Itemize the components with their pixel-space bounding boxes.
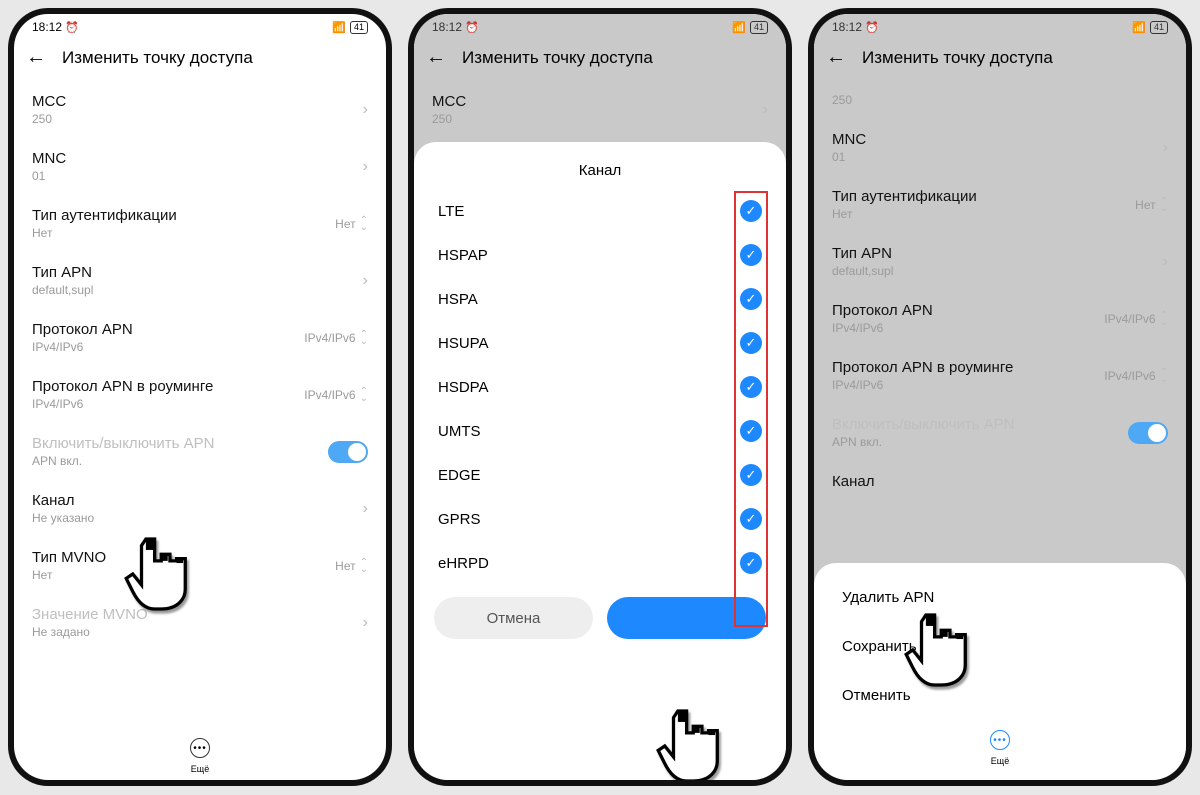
battery-icon: 41 — [350, 21, 368, 34]
row-mnc[interactable]: MNC01› — [32, 138, 368, 195]
row-auth[interactable]: Тип аутентификацииНетНет⌃⌄ — [832, 176, 1168, 233]
row-enable[interactable]: Включить/выключить APNAPN вкл. — [32, 423, 368, 480]
channel-sheet: Канал LTE✓ HSPAP✓ HSPA✓ HSUPA✓ HSDPA✓ UM… — [414, 142, 786, 780]
option-lte[interactable]: LTE✓ — [414, 189, 786, 233]
option-edge[interactable]: EDGE✓ — [414, 453, 786, 497]
back-icon[interactable]: ← — [826, 46, 846, 69]
menu-save[interactable]: Сохранить — [814, 622, 1186, 671]
updown-icon: ⌃⌄ — [360, 217, 368, 231]
row-proto[interactable]: Протокол APNIPv4/IPv6IPv4/IPv6⌃⌄ — [32, 309, 368, 366]
row-apntype[interactable]: Тип APNdefault,supl› — [32, 252, 368, 309]
row-mcc[interactable]: MCC250› — [32, 81, 368, 138]
row-auth[interactable]: Тип аутентификацииНетНет⌃⌄ — [32, 195, 368, 252]
option-gprs[interactable]: GPRS✓ — [414, 497, 786, 541]
toggle-apn[interactable] — [328, 441, 368, 463]
option-umts[interactable]: UMTS✓ — [414, 409, 786, 453]
option-ehrpd[interactable]: eHRPD✓ — [414, 541, 786, 585]
option-hsupa[interactable]: HSUPA✓ — [414, 321, 786, 365]
option-hspa[interactable]: HSPA✓ — [414, 277, 786, 321]
back-icon[interactable]: ← — [26, 46, 46, 69]
row-enable[interactable]: Включить/выключить APNAPN вкл. — [832, 404, 1168, 461]
row-mvno[interactable]: Тип MVNOНетНет⌃⌄ — [32, 537, 368, 594]
more-menu-sheet: Удалить APN Сохранить Отменить •••Ещё — [814, 563, 1186, 780]
sheet-title: Канал — [414, 156, 786, 189]
highlight-box — [734, 191, 768, 627]
phone-1: 18:12 ⏰ 📶41 ← Изменить точку доступа MCC… — [8, 8, 392, 786]
option-hsdpa[interactable]: HSDPA✓ — [414, 365, 786, 409]
page-title: Изменить точку доступа — [62, 48, 253, 68]
more-button[interactable]: •••Ещё — [814, 724, 1186, 772]
row-apntype[interactable]: Тип APNdefault,supl› — [832, 233, 1168, 290]
more-icon: ••• — [190, 738, 210, 758]
toggle-apn[interactable] — [1128, 422, 1168, 444]
more-button[interactable]: •••Ещё — [14, 732, 386, 780]
row-mvnoval[interactable]: Значение MVNOНе задано› — [32, 594, 368, 651]
cancel-button[interactable]: Отмена — [434, 597, 593, 639]
row-channel[interactable]: КаналНе указано› — [32, 480, 368, 537]
chevron-right-icon: › — [363, 101, 368, 119]
row-roam[interactable]: Протокол APN в роумингеIPv4/IPv6IPv4/IPv… — [32, 366, 368, 423]
menu-delete[interactable]: Удалить APN — [814, 573, 1186, 622]
phone-3: 18:12 ⏰📶41 ←Изменить точку доступа 250 M… — [808, 8, 1192, 786]
back-icon[interactable]: ← — [426, 46, 446, 69]
status-bar: 18:12 ⏰ 📶41 — [14, 14, 386, 40]
phone-2: 18:12 ⏰📶41 ←Изменить точку доступа MCC25… — [408, 8, 792, 786]
signal-icon: 📶 — [332, 21, 346, 34]
row-channel[interactable]: Канал — [832, 461, 1168, 502]
row-roam[interactable]: Протокол APN в роумингеIPv4/IPv6IPv4/IPv… — [832, 347, 1168, 404]
row-mnc[interactable]: MNC01› — [832, 119, 1168, 176]
option-hspap[interactable]: HSPAP✓ — [414, 233, 786, 277]
row-proto[interactable]: Протокол APNIPv4/IPv6IPv4/IPv6⌃⌄ — [832, 290, 1168, 347]
menu-cancel[interactable]: Отменить — [814, 671, 1186, 720]
alarm-icon: ⏰ — [65, 22, 79, 34]
header: ← Изменить точку доступа — [14, 40, 386, 81]
more-icon: ••• — [990, 730, 1010, 750]
